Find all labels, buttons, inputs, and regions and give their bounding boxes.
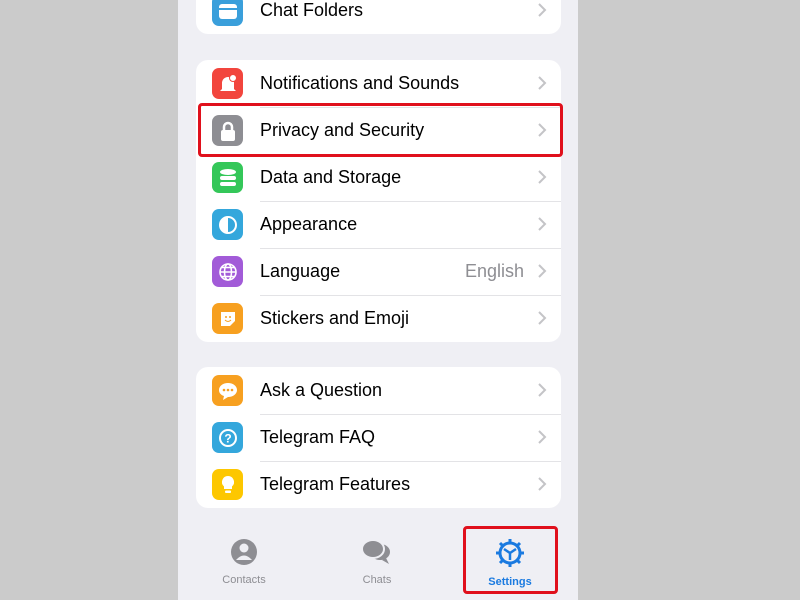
chevron-right-icon [538, 430, 547, 444]
chevron-right-icon [538, 3, 547, 17]
settings-group-1: Chat Folders [196, 0, 561, 34]
chevron-right-icon [538, 383, 547, 397]
row-label: Telegram FAQ [260, 427, 376, 447]
database-icon [212, 162, 243, 193]
row-label: Telegram Features [260, 474, 411, 494]
row-label: Chat Folders [260, 0, 364, 20]
chevron-right-icon [538, 76, 547, 90]
chevron-right-icon [538, 477, 547, 491]
svg-text:?: ? [224, 431, 231, 445]
folder-icon [212, 0, 243, 26]
tab-label: Chats [362, 574, 392, 586]
chevron-right-icon [538, 217, 547, 231]
row-appearance[interactable]: Appearance [196, 201, 561, 248]
row-telegram-faq[interactable]: ? Telegram FAQ [196, 414, 561, 461]
chevron-right-icon [538, 170, 547, 184]
row-data-storage[interactable]: Data and Storage [196, 154, 561, 201]
row-label: Notifications and Sounds [260, 73, 460, 93]
privacy-highlight-box [198, 103, 563, 157]
question-icon: ? [212, 422, 243, 453]
settings-highlight-box [463, 526, 558, 594]
chats-icon [361, 539, 392, 564]
row-chat-folders[interactable]: Chat Folders [196, 0, 561, 34]
person-icon [231, 539, 257, 565]
chevron-right-icon [538, 264, 547, 278]
chat-bubble-icon [212, 375, 243, 406]
sticker-icon [212, 303, 243, 334]
settings-group-3: Ask a Question ? Telegram FAQ Telegram F… [196, 367, 561, 508]
row-label: Data and Storage [260, 167, 402, 187]
row-telegram-features[interactable]: Telegram Features [196, 461, 561, 508]
row-ask-question[interactable]: Ask a Question [196, 367, 561, 414]
row-label: Appearance [260, 214, 358, 234]
row-language[interactable]: Language English [196, 248, 561, 295]
half-circle-icon [212, 209, 243, 240]
tab-contacts[interactable]: Contacts [199, 538, 289, 586]
row-label: Ask a Question [260, 380, 383, 400]
globe-icon [212, 256, 243, 287]
bell-icon [212, 68, 243, 99]
row-label: Stickers and Emoji [260, 308, 410, 328]
tab-chats[interactable]: Chats [332, 538, 422, 586]
row-stickers-emoji[interactable]: Stickers and Emoji [196, 295, 561, 342]
row-label: Language [260, 261, 341, 281]
language-value: English [464, 261, 524, 281]
settings-screen: Chat Folders Notifications and Sounds Pr… [178, 0, 578, 600]
tab-bar: Contacts Chats Settings [178, 520, 578, 600]
chevron-right-icon [538, 311, 547, 325]
lightbulb-icon [212, 469, 243, 500]
tab-label: Contacts [222, 574, 266, 586]
row-notifications[interactable]: Notifications and Sounds [196, 60, 561, 107]
